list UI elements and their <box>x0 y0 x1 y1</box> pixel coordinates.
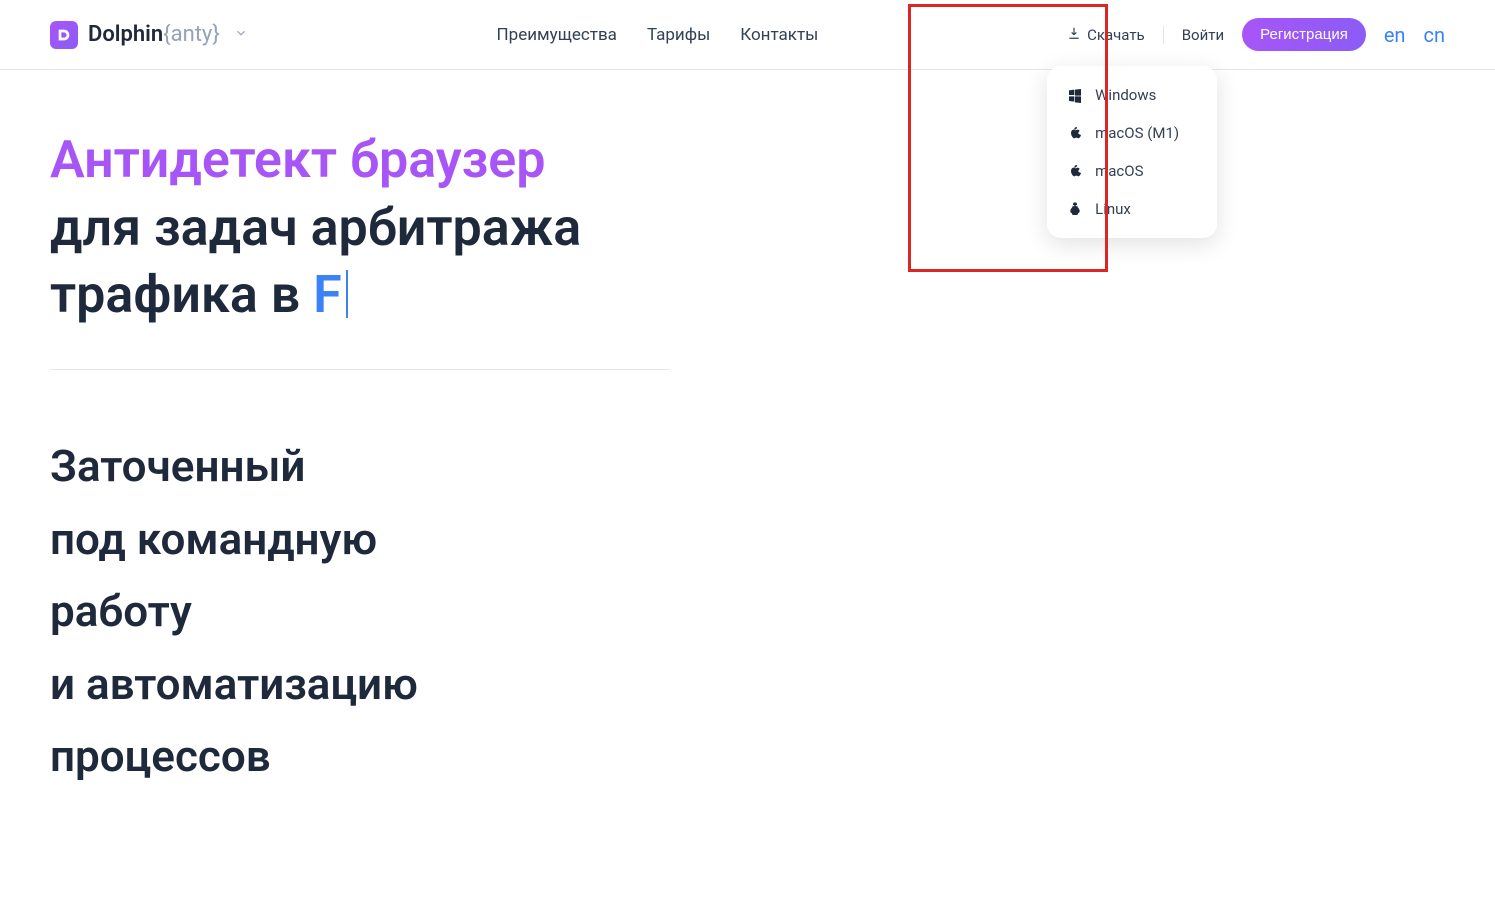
apple-icon <box>1067 125 1083 141</box>
download-macos-label: macOS <box>1095 162 1143 180</box>
download-windows[interactable]: Windows <box>1047 76 1217 114</box>
hero-section: Антидетект браузер для задач арбитража т… <box>0 70 720 793</box>
nav-right: Скачать Войти Регистрация en cn Windows … <box>1067 18 1445 51</box>
download-macos[interactable]: macOS <box>1047 152 1217 190</box>
chevron-down-icon <box>234 25 248 44</box>
download-dropdown: Windows macOS (M1) macOS Linux <box>1047 66 1217 238</box>
download-linux[interactable]: Linux <box>1047 190 1217 228</box>
hero-sub-line5: процессов <box>50 720 670 793</box>
logo-icon <box>50 21 78 49</box>
download-linux-label: Linux <box>1095 200 1131 218</box>
hero-subtitle: Заточенный под командную работу и автома… <box>50 430 670 793</box>
nav-pricing[interactable]: Тарифы <box>647 25 710 45</box>
logo-suffix: {anty} <box>163 22 220 47</box>
lang-cn[interactable]: cn <box>1423 23 1445 47</box>
hero-title-line2b-prefix: трафика в <box>50 264 313 325</box>
logo-text: Dolphin{anty} <box>88 22 220 47</box>
download-windows-label: Windows <box>1095 86 1156 104</box>
download-icon <box>1067 26 1081 44</box>
hero-title-purple: Антидетект браузер <box>50 130 670 190</box>
linux-icon <box>1067 201 1083 217</box>
nav-advantages[interactable]: Преимущества <box>497 25 617 45</box>
login-link[interactable]: Войти <box>1182 26 1224 44</box>
logo-prefix: Dolphin <box>88 22 163 47</box>
windows-icon <box>1067 87 1083 103</box>
apple-icon <box>1067 163 1083 179</box>
lang-en[interactable]: en <box>1384 23 1406 47</box>
download-macos-m1[interactable]: macOS (M1) <box>1047 114 1217 152</box>
hero-title-line2a: для задач арбитража <box>50 197 581 258</box>
register-button[interactable]: Регистрация <box>1242 18 1366 51</box>
download-button[interactable]: Скачать <box>1067 26 1164 44</box>
hero-title-dark: для задач арбитража трафика в F <box>50 194 670 329</box>
site-header: Dolphin{anty} Преимущества Тарифы Контак… <box>0 0 1495 70</box>
hero-sub-line2: под командную <box>50 503 670 576</box>
nav-contacts[interactable]: Контакты <box>740 25 818 45</box>
logo[interactable]: Dolphin{anty} <box>50 21 248 49</box>
download-label: Скачать <box>1087 26 1145 44</box>
typing-cursor-icon <box>346 270 348 318</box>
hero-sub-line3: работу <box>50 575 670 648</box>
hero-divider <box>50 369 670 370</box>
hero-sub-line4: и автоматизацию <box>50 648 670 721</box>
download-macos-m1-label: macOS (M1) <box>1095 124 1179 142</box>
hero-sub-line1: Заточенный <box>50 430 670 503</box>
main-nav: Преимущества Тарифы Контакты <box>497 25 819 45</box>
hero-typed-char: F <box>313 264 342 325</box>
